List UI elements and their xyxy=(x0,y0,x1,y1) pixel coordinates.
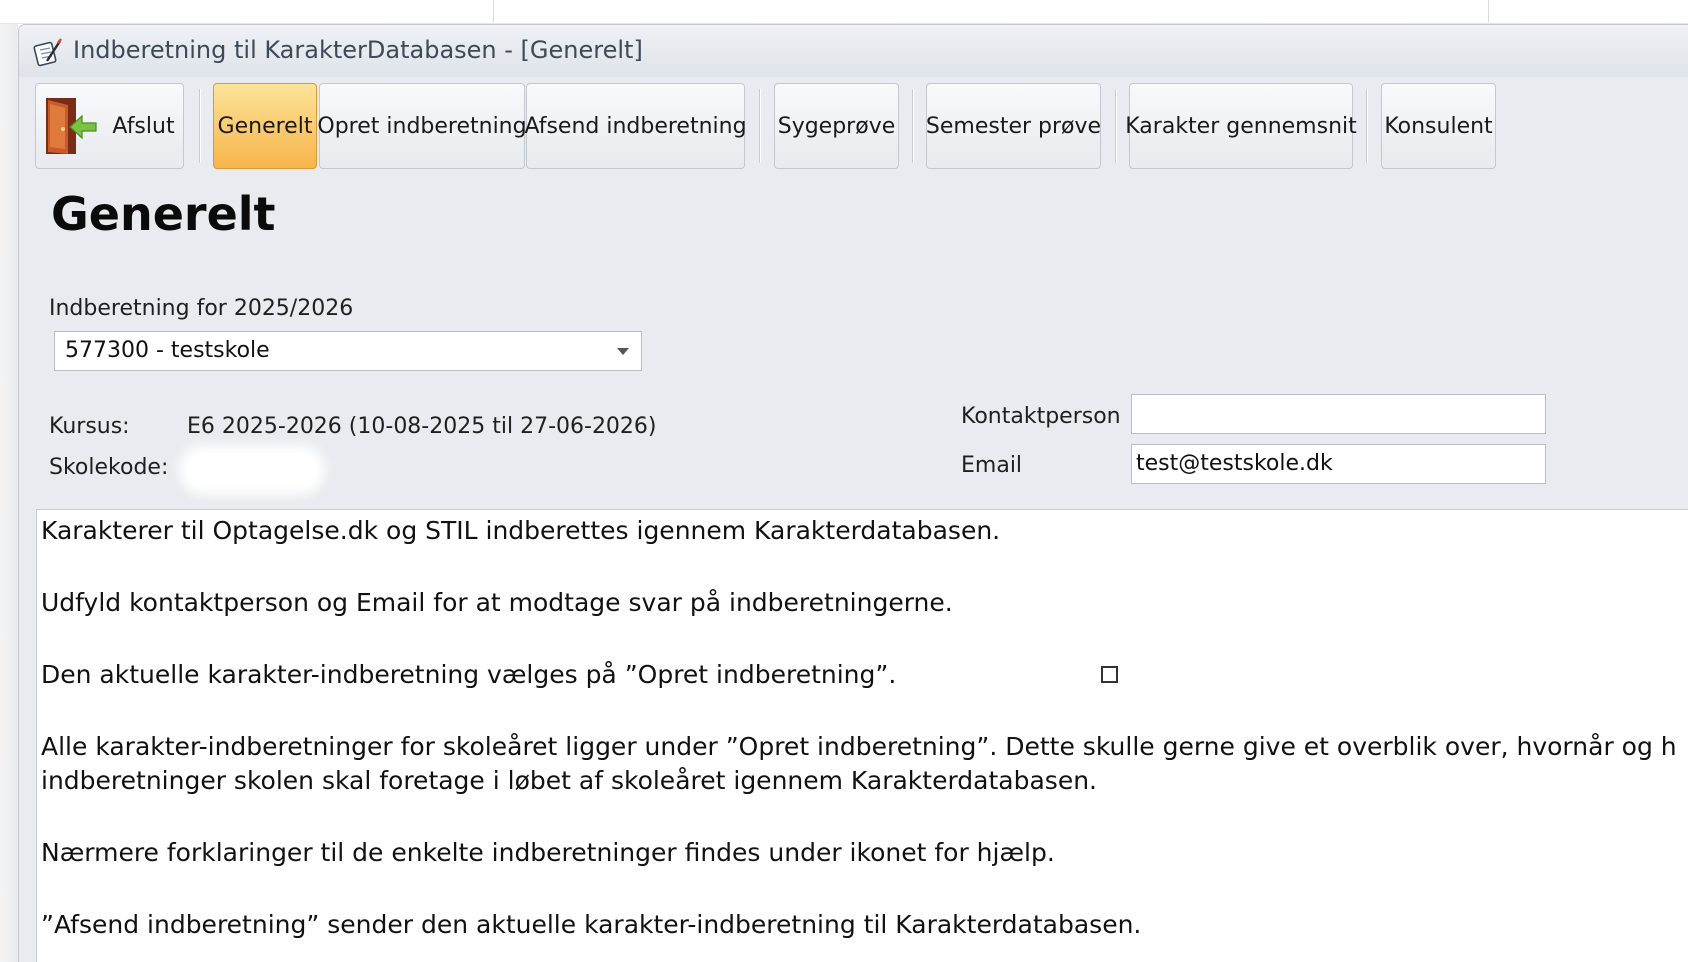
pen-notepad-icon xyxy=(33,38,62,67)
afslut-label: Afslut xyxy=(112,113,175,139)
tab-konsulent-label: Konsulent xyxy=(1384,113,1493,139)
tab-opret-label: Opret indberetning xyxy=(317,113,527,139)
kontaktperson-label: Kontaktperson xyxy=(961,404,1121,429)
tab-sygeprove-label: Sygeprøve xyxy=(777,113,896,139)
tab-sygeprove[interactable]: Sygeprøve xyxy=(774,83,899,169)
email-label: Email xyxy=(961,453,1023,478)
tab-semester-prove[interactable]: Semester prøve xyxy=(926,83,1101,169)
info-line: Alle karakter-indberetninger for skoleår… xyxy=(41,732,1677,761)
school-select[interactable]: 577300 - testskole xyxy=(54,331,642,371)
info-paragraph: ”Afsend indberetning” sender den aktuell… xyxy=(41,910,1142,939)
tab-opret-indberetning[interactable]: Opret indberetning xyxy=(317,83,527,169)
redacted-skolekode xyxy=(187,453,317,487)
background-window-strip xyxy=(0,0,1688,24)
info-paragraph: Nærmere forklaringer til de enkelte indb… xyxy=(41,838,1055,867)
kontaktperson-field[interactable] xyxy=(1131,394,1546,434)
school-select-value: 577300 - testskole xyxy=(65,338,270,363)
window-title: Indberetning til KarakterDatabasen - [Ge… xyxy=(73,36,643,64)
tab-generelt[interactable]: Generelt xyxy=(213,83,317,169)
info-paragraph-text: Den aktuelle karakter-indberetning vælge… xyxy=(41,660,897,689)
info-text-panel: Karakterer til Optagelse.dk og STIL indb… xyxy=(36,509,1688,962)
kursus-label: Kursus: xyxy=(49,414,130,439)
chevron-down-icon[interactable] xyxy=(617,348,629,355)
skolekode-label: Skolekode: xyxy=(49,455,169,480)
tab-konsulent[interactable]: Konsulent xyxy=(1381,83,1496,169)
email-value: test@testskole.dk xyxy=(1136,451,1333,476)
toolbar-separator xyxy=(199,89,201,163)
toolbar-separator xyxy=(759,89,761,163)
tab-afsend-label: Afsend indberetning xyxy=(524,113,747,139)
kursus-value: E6 2025-2026 (10-08-2025 til 27-06-2026) xyxy=(187,414,657,439)
strip-divider xyxy=(1488,0,1489,22)
info-line: indberetninger skolen skal foretage i lø… xyxy=(41,766,1098,795)
background-edge xyxy=(0,24,18,962)
tab-semester-label: Semester prøve xyxy=(925,113,1102,139)
page-title: Generelt xyxy=(51,187,276,241)
redacted-kontaktperson xyxy=(1136,399,1336,429)
strip-divider xyxy=(493,0,494,22)
info-paragraph: Udfyld kontaktperson og Email for at mod… xyxy=(41,588,953,617)
toolbar-separator xyxy=(1115,89,1117,163)
toolbar-separator xyxy=(1366,89,1368,163)
info-paragraph: Karakterer til Optagelse.dk og STIL indb… xyxy=(41,516,1001,545)
placeholder-box xyxy=(1101,665,1119,683)
info-paragraph: Den aktuelle karakter-indberetning vælge… xyxy=(41,658,1688,692)
exit-door-icon xyxy=(46,98,98,154)
info-paragraph: Alle karakter-indberetninger for skoleår… xyxy=(41,730,1688,798)
tab-afsend-indberetning[interactable]: Afsend indberetning xyxy=(524,83,747,169)
tab-generelt-label: Generelt xyxy=(217,113,313,139)
tab-karakter-gennemsnit[interactable]: Karakter gennemsnit xyxy=(1125,83,1357,169)
toolbar-separator xyxy=(912,89,914,163)
tab-karakter-label: Karakter gennemsnit xyxy=(1125,113,1357,139)
afslut-button[interactable]: Afslut xyxy=(35,83,184,169)
app-window: Indberetning til KarakterDatabasen - [Ge… xyxy=(18,24,1688,962)
toolbar: Afslut Generelt Opret indberetning Afsen… xyxy=(19,83,1688,169)
title-bar: Indberetning til KarakterDatabasen - [Ge… xyxy=(19,25,1688,77)
email-field[interactable]: test@testskole.dk xyxy=(1131,444,1546,484)
indberetning-label: Indberetning for 2025/2026 xyxy=(49,296,354,321)
